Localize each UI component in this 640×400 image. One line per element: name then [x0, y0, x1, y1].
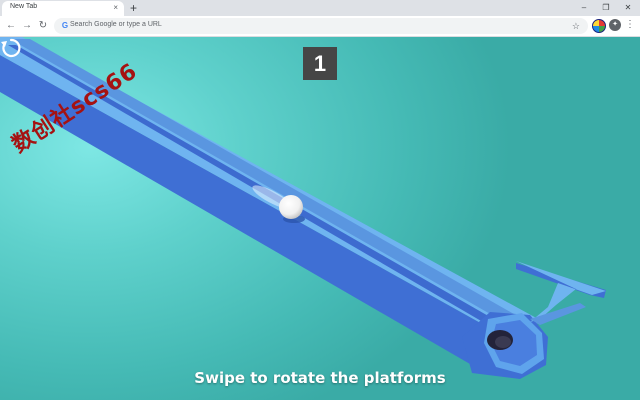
tab-new-tab[interactable]: New Tab ×	[2, 1, 124, 16]
address-placeholder: Search Google or type a URL	[70, 21, 162, 28]
score-counter: 1	[303, 47, 337, 80]
arrow-stem	[530, 303, 586, 325]
address-bar[interactable]: G Search Google or type a URL ☆	[54, 18, 588, 34]
close-window-button[interactable]: ✕	[618, 0, 638, 16]
game-canvas[interactable]: 1 数创社scs66 Swipe to rotate the platforms	[0, 37, 640, 400]
new-tab-button[interactable]: +	[130, 0, 137, 16]
minimize-button[interactable]: –	[574, 0, 594, 16]
bookmark-star-icon[interactable]: ☆	[572, 19, 580, 33]
restart-icon[interactable]	[0, 37, 22, 59]
ball	[279, 195, 303, 219]
back-icon[interactable]: ←	[4, 19, 18, 33]
tab-close-icon[interactable]: ×	[113, 2, 118, 14]
profile-avatar-icon[interactable]	[592, 19, 606, 33]
reload-icon[interactable]: ↻	[36, 19, 50, 33]
browser-menu-icon[interactable]: ⋮	[625, 18, 635, 32]
tab-strip: New Tab × + – ❐ ✕	[0, 0, 640, 16]
forward-icon[interactable]: →	[20, 19, 34, 33]
extensions-puzzle-icon[interactable]: ✦	[609, 19, 621, 31]
tube-hole-inner	[495, 336, 511, 348]
tab-title: New Tab	[10, 3, 38, 10]
restore-button[interactable]: ❐	[596, 0, 616, 16]
browser-toolbar: ← → ↻ G Search Google or type a URL ☆	[0, 16, 640, 37]
instruction-text: Swipe to rotate the platforms	[194, 369, 446, 387]
